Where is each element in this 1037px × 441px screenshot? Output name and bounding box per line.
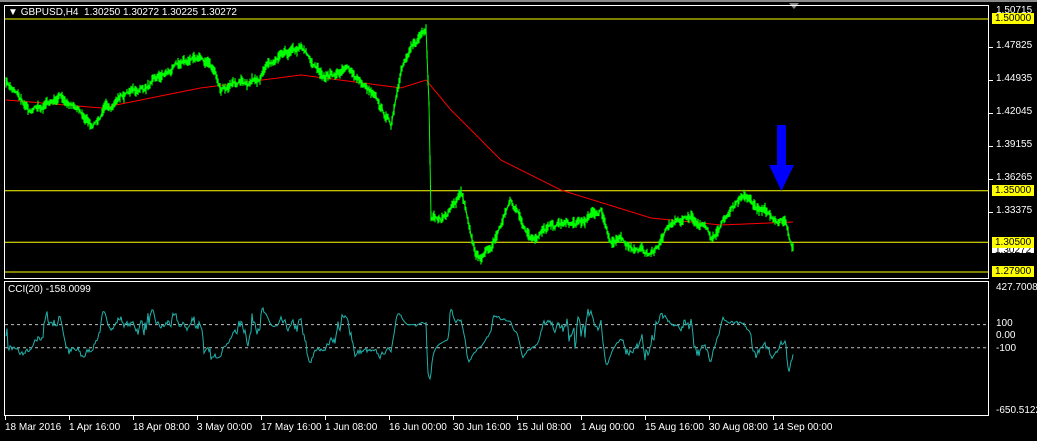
time-axis-label: 15 Aug 16:00 [645,422,704,433]
time-axis-label: 14 Sep 00:00 [773,422,833,433]
chart-header: ▼ GBPUSD,H4 1.30250 1.30272 1.30225 1.30… [8,7,237,18]
symbol-label: GBPUSD,H4 [20,7,79,18]
time-axis-label: 17 May 16:00 [261,422,322,433]
price-scale-label: 1.47825 [996,40,1033,51]
hline-label-1-27900: 1.27900 [992,266,1035,277]
time-axis-label: 30 Aug 08:00 [709,422,768,433]
collapse-triangle-icon[interactable]: ▼ [8,7,18,18]
ohlc-values: 1.30250 1.30272 1.30225 1.30272 [84,7,237,18]
cci-label: CCI(20) -158.0099 [8,284,91,295]
time-axis-label: 1 Aug 00:00 [581,422,635,433]
hline-label-1-50000: 1.50000 [992,13,1035,24]
time-axis-label: 1 Jun 08:00 [325,422,378,433]
cci-max-label: 427.7008 [996,282,1037,293]
time-axis-label: 1 Apr 16:00 [69,422,121,433]
cci-level-label: 0.00 [996,330,1016,341]
price-scale-label: 1.44935 [996,73,1033,84]
cci-level-label: 100 [996,318,1013,329]
cci-line [5,306,794,381]
time-axis-label: 18 Mar 2016 [5,422,62,433]
price-bars [5,24,794,265]
hline-label-1-30500: 1.30500 [992,237,1035,248]
price-scale-label: 1.39155 [996,139,1033,150]
hline-label-1-35000: 1.35000 [992,185,1035,196]
time-axis-label: 18 Apr 08:00 [133,422,190,433]
down-arrow-icon [777,125,786,170]
chart-plot [5,18,989,381]
time-axis-label: 15 Jul 08:00 [517,422,572,433]
time-axis-label: 16 Jun 00:00 [389,422,447,433]
time-axis-label: 30 Jun 16:00 [453,422,511,433]
price-scale-label: 1.42045 [996,106,1033,117]
down-arrow-icon [769,165,794,191]
cci-min-label: -650.5122 [996,405,1037,416]
price-scale-label: 1.33375 [996,205,1033,216]
cci-level-label: -100 [996,343,1017,354]
time-axis-label: 3 May 00:00 [197,422,253,433]
price-scale-label: 1.36265 [996,172,1033,183]
